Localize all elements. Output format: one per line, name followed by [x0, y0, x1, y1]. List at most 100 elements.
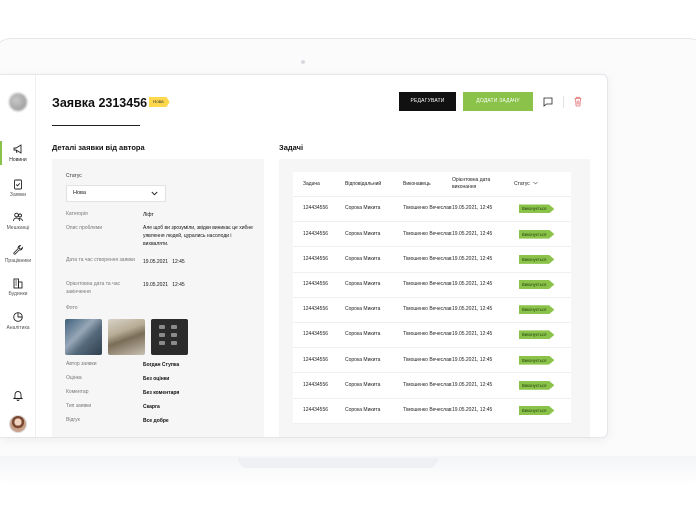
details-panel: Статус Нова Категорія Ліфт Опис проблеми… — [52, 159, 264, 437]
executor-cell: Тімошенко Вечеслав — [403, 406, 452, 413]
table-row[interactable]: 124434556 Сорока Микита Тімошенко Вечеслав… — [293, 348, 571, 374]
tasks-panel: Задача Відповідальний Виконавець Орієнто… — [279, 159, 590, 437]
date-cell: 19.05.2021, 12:45 — [452, 306, 493, 313]
status-cell: Виконується — [519, 204, 569, 214]
field-label: Відгук — [66, 417, 80, 423]
field-value: Богдан Ступка — [143, 362, 180, 368]
executor-cell: Тімошенко Вечеслав — [403, 381, 452, 388]
table-row[interactable]: 124434556 Сорока Микита Тімошенко Вечеслав… — [293, 247, 571, 273]
field-label: Коментар — [66, 389, 89, 395]
status-pill[interactable]: Виконується — [519, 355, 555, 365]
megaphone-icon — [13, 144, 22, 154]
column-header[interactable]: Відповідальний — [345, 181, 403, 188]
details-section-title: Деталі заявки від автора — [52, 143, 145, 152]
field-label: Фото — [66, 305, 78, 311]
status-label: Статус — [66, 173, 82, 179]
chevron-down-icon — [533, 181, 538, 185]
analytics-icon — [13, 312, 23, 322]
column-header[interactable]: Виконавець — [403, 181, 452, 188]
photo-thumbnail[interactable] — [108, 319, 145, 355]
camera-dot — [301, 60, 305, 64]
date-cell: 19.05.2021, 12:45 — [452, 381, 493, 388]
executor-cell: Тімошенко Вечеслав — [403, 306, 452, 313]
date-cell: 19.05.2021, 12:45 — [452, 255, 493, 262]
table-row[interactable]: 124434556 Сорока Микита Тімошенко Вечеслав… — [293, 399, 571, 424]
app-screen: Новини Заявки Мешканці Працівники Будинк… — [0, 74, 608, 438]
field-label: Категорія — [66, 211, 88, 217]
status-select-value: Нова — [73, 190, 86, 196]
task-id-cell: 124434556 — [303, 381, 329, 388]
responsible-cell: Сорока Микита — [345, 331, 381, 338]
status-pill[interactable]: Виконується — [519, 204, 555, 214]
responsible-cell: Сорока Микита — [345, 205, 381, 212]
table-row[interactable]: 124434556 Сорока Микита Тімошенко Вечеслав… — [293, 298, 571, 323]
status-column-header[interactable]: Статус — [514, 181, 564, 188]
table-row[interactable]: 124434556 Сорока Микита Тімошенко Вечеслав… — [293, 323, 571, 349]
add-task-button[interactable]: Додати задачу — [463, 92, 533, 111]
date-cell: 19.05.2021, 12:45 — [452, 356, 493, 363]
field-value: Все добре — [143, 418, 169, 424]
status-cell: Виконується — [519, 330, 569, 340]
date-cell: 19.05.2021, 12:45 — [452, 331, 493, 338]
status-pill[interactable]: Виконується — [519, 330, 555, 340]
field-label: Орієнтовна дата та час закінчення — [66, 281, 120, 295]
task-id-cell: 124434556 — [303, 281, 329, 288]
responsible-cell: Сорока Микита — [345, 356, 381, 363]
tasks-section-title: Задачі — [279, 143, 304, 152]
status-badge: Нова — [149, 97, 170, 107]
status-pill[interactable]: Виконується — [519, 280, 555, 290]
title-underline — [52, 125, 140, 126]
field-value: Без коментаря — [143, 390, 180, 396]
task-id-cell: 124434556 — [303, 230, 329, 237]
responsible-cell: Сорока Микита — [345, 306, 381, 313]
sidebar-item-workers[interactable]: Працівники — [0, 244, 36, 264]
field-value: Але щоб ви зрозуміли, звідки виникає це … — [143, 225, 253, 247]
column-header[interactable]: Орієнтовна дата виконання — [452, 177, 514, 191]
task-id-cell: 124434556 — [303, 306, 329, 313]
status-cell: Виконується — [519, 305, 569, 315]
field-label: Оцінка — [66, 375, 82, 381]
comment-icon[interactable] — [543, 97, 553, 107]
tasks-table: Задача Відповідальний Виконавець Орієнто… — [293, 172, 571, 424]
sidebar-item-news[interactable]: Новини — [0, 143, 36, 163]
task-id-cell: 124434556 — [303, 255, 329, 262]
status-pill[interactable]: Виконується — [519, 229, 555, 239]
field-value: 19.05.2021 12:45 — [143, 282, 185, 288]
sidebar-item-buildings[interactable]: Будинки — [0, 277, 36, 297]
trash-icon[interactable] — [573, 96, 583, 107]
responsible-cell: Сорока Микита — [345, 230, 381, 237]
table-row[interactable]: 124434556 Сорока Микита Тімошенко Вечеслав… — [293, 197, 571, 223]
field-label: Дата та час створення заявки — [66, 257, 135, 263]
table-row[interactable]: 124434556 Сорока Микита Тімошенко Вечеслав… — [293, 373, 571, 399]
status-pill[interactable]: Виконується — [519, 380, 555, 390]
executor-cell: Тімошенко Вечеслав — [403, 356, 452, 363]
status-cell: Виконується — [519, 380, 569, 390]
chevron-down-icon — [151, 191, 158, 196]
status-pill[interactable]: Виконується — [519, 405, 555, 415]
status-pill[interactable]: Виконується — [519, 254, 555, 264]
status-cell: Виконується — [519, 355, 569, 365]
photo-thumbnail[interactable] — [65, 319, 102, 355]
sidebar-item-requests[interactable]: Заявки — [0, 178, 36, 198]
photo-thumbnail[interactable] — [151, 319, 188, 355]
status-cell: Виконується — [519, 405, 569, 415]
status-pill[interactable]: Виконується — [519, 305, 555, 315]
logo — [9, 93, 27, 111]
field-value: Без оцінки — [143, 376, 170, 382]
status-select[interactable]: Нова — [66, 185, 166, 202]
table-header: Задача Відповідальний Виконавець Орієнто… — [293, 172, 571, 197]
field-label: Автор заявки — [66, 361, 97, 367]
executor-cell: Тімошенко Вечеслав — [403, 255, 452, 262]
avatar[interactable] — [9, 415, 27, 433]
table-row[interactable]: 124434556 Сорока Микита Тімошенко Вечеслав… — [293, 273, 571, 298]
status-cell: Виконується — [519, 254, 569, 264]
sidebar-item-analytics[interactable]: Аналітика — [0, 311, 36, 331]
edit-button[interactable]: Редагувати — [399, 92, 456, 111]
executor-cell: Тімошенко Вечеслав — [403, 230, 452, 237]
executor-cell: Тімошенко Вечеслав — [403, 205, 452, 212]
column-header[interactable]: Задача — [293, 181, 345, 188]
bell-icon[interactable] — [12, 389, 24, 401]
table-row[interactable]: 124434556 Сорока Микита Тімошенко Вечеслав… — [293, 222, 571, 248]
date-cell: 19.05.2021, 12:45 — [452, 205, 493, 212]
sidebar-item-residents[interactable]: Мешканці — [0, 211, 36, 231]
